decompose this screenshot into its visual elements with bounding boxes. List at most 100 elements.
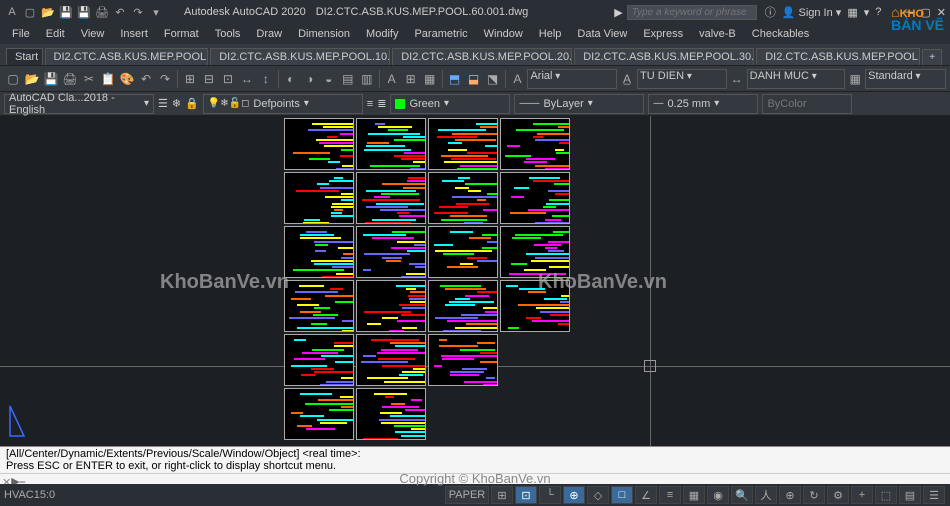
share-icon[interactable]: ▶ <box>614 6 622 19</box>
status-cycle-icon[interactable]: ◉ <box>707 486 729 504</box>
tab-start[interactable]: Start <box>6 48 43 65</box>
tool-icon[interactable]: ↔ <box>238 69 256 89</box>
layer-icon[interactable]: 🔒 <box>185 97 199 110</box>
status-transp-icon[interactable]: ▦ <box>683 486 705 504</box>
menu-help[interactable]: Help <box>531 28 570 40</box>
tool-icon[interactable]: 🖨 <box>61 69 79 89</box>
tool-icon[interactable]: ▢ <box>4 69 22 89</box>
font-combo[interactable]: Arial ▾ <box>527 69 617 89</box>
menu-file[interactable]: File <box>4 28 38 40</box>
new-tab-button[interactable]: + <box>922 49 942 65</box>
text-tool-icon[interactable]: A <box>508 69 526 89</box>
tool-icon[interactable]: ◒ <box>320 69 338 89</box>
tab-doc-4[interactable]: DI2.CTC.ASB.KUS.MEP.POOL.30.001*× <box>574 48 754 65</box>
tool-icon[interactable]: ▤ <box>339 69 357 89</box>
status-space[interactable]: PAPER <box>445 486 489 504</box>
drawing-canvas[interactable]: KhoBanVe.vn KhoBanVe.vn <box>0 116 950 446</box>
tool-icon[interactable]: ◐ <box>282 69 300 89</box>
tool-icon[interactable]: ⊞ <box>402 69 420 89</box>
dimstyle-combo[interactable]: DANH MUC ▾ <box>747 69 845 89</box>
tool-icon[interactable]: ⊟ <box>200 69 218 89</box>
status-annoviz-icon[interactable]: 人 <box>755 486 777 504</box>
save-icon[interactable]: 💾 <box>58 4 74 20</box>
menu-checkables[interactable]: Checkables <box>744 28 817 40</box>
linetype-combo[interactable]: —— ByLayer ▾ <box>514 94 644 114</box>
status-lwt-icon[interactable]: ≡ <box>659 486 681 504</box>
status-ortho-icon[interactable]: └ <box>539 486 561 504</box>
layer-state-icon[interactable]: ❄ <box>172 97 181 110</box>
status-qp-icon[interactable]: ▤ <box>899 486 921 504</box>
tool-icon[interactable]: ▥ <box>358 69 376 89</box>
menu-dimension[interactable]: Dimension <box>290 28 358 40</box>
color-combo[interactable]: Green ▾ <box>390 94 510 114</box>
command-line[interactable]: [All/Center/Dynamic/Extents/Previous/Sca… <box>0 446 950 484</box>
infocenter-icon[interactable]: ⓘ <box>765 4 776 20</box>
layer-tool-icon[interactable]: ≡ <box>367 98 373 110</box>
menu-view[interactable]: View <box>73 28 113 40</box>
tool-icon[interactable]: ↕ <box>257 69 275 89</box>
tab-doc-3[interactable]: DI2.CTC.ASB.KUS.MEP.POOL.20.201*× <box>392 48 572 65</box>
status-otrack-icon[interactable]: ∠ <box>635 486 657 504</box>
menu-insert[interactable]: Insert <box>112 28 156 40</box>
tool-icon[interactable]: A <box>383 69 401 89</box>
status-annomon-icon[interactable]: + <box>851 486 873 504</box>
help-dropdown-icon[interactable]: ▾ <box>864 6 870 19</box>
tool-icon[interactable]: ↶ <box>137 69 155 89</box>
tab-doc-5[interactable]: DI2.CTC.ASB.KUS.MEP.POOL.60.00 <box>756 48 920 65</box>
open-icon[interactable]: 📂 <box>40 4 56 20</box>
search-input[interactable] <box>627 5 757 20</box>
tab-doc-2[interactable]: DI2.CTC.ASB.KUS.MEP.POOL.10.001*× <box>210 48 390 65</box>
qat-dropdown-icon[interactable]: ▾ <box>148 4 164 20</box>
status-grid-icon[interactable]: ⊞ <box>491 486 513 504</box>
saveas-icon[interactable]: 💾 <box>76 4 92 20</box>
menu-valve-b[interactable]: valve-B <box>691 28 744 40</box>
exchange-icon[interactable]: ▦ <box>847 6 857 19</box>
status-lock-icon[interactable]: ☰ <box>923 486 945 504</box>
tool-icon[interactable]: ⊡ <box>219 69 237 89</box>
menu-window[interactable]: Window <box>476 28 531 40</box>
layer-combo[interactable]: 💡❄🔓◻ Defpoints ▾ <box>203 94 363 114</box>
textstyle-icon[interactable]: A̲ <box>618 69 636 89</box>
workspace-combo[interactable]: AutoCAD Cla...2018 - English ▾ <box>4 94 154 114</box>
menu-dataview[interactable]: Data View <box>569 28 635 40</box>
lineweight-combo[interactable]: — 0.25 mm ▾ <box>648 94 758 114</box>
tool-icon[interactable]: ↷ <box>156 69 174 89</box>
status-annoscale-icon[interactable]: 🔍 <box>731 486 753 504</box>
tool-icon[interactable]: 💾 <box>42 69 60 89</box>
tool-icon[interactable]: ⬔ <box>484 69 502 89</box>
tab-doc-1[interactable]: DI2.CTC.ASB.KUS.MEP.POOL.00*× <box>45 48 209 65</box>
tool-icon[interactable]: 🎨 <box>118 69 136 89</box>
textstyle-combo[interactable]: TU DIEN ▾ <box>637 69 727 89</box>
status-osnap-icon[interactable]: □ <box>611 486 633 504</box>
status-snap-icon[interactable]: ⊡ <box>515 486 537 504</box>
redo-icon[interactable]: ↷ <box>130 4 146 20</box>
tool-icon[interactable]: ▦ <box>421 69 439 89</box>
plot-icon[interactable]: 🖨 <box>94 4 110 20</box>
menu-modify[interactable]: Modify <box>358 28 406 40</box>
status-iso-icon[interactable]: ◇ <box>587 486 609 504</box>
dimstyle-icon[interactable]: ↔ <box>728 69 746 89</box>
tool-icon[interactable]: ✂ <box>80 69 98 89</box>
menu-draw[interactable]: Draw <box>248 28 290 40</box>
menu-format[interactable]: Format <box>156 28 207 40</box>
status-coords[interactable]: HVAC15:0 <box>4 489 55 501</box>
layer-tool-icon[interactable]: ≣ <box>377 97 386 110</box>
tool-icon[interactable]: ⬒ <box>446 69 464 89</box>
menu-express[interactable]: Express <box>635 28 691 40</box>
tablestyle-icon[interactable]: ▦ <box>846 69 864 89</box>
autocad-logo-icon[interactable]: A <box>4 4 20 20</box>
new-icon[interactable]: ▢ <box>22 4 38 20</box>
tool-icon[interactable]: 📋 <box>99 69 117 89</box>
plotstyle-combo[interactable]: ByColor <box>762 94 852 114</box>
status-annosync-icon[interactable]: ↻ <box>803 486 825 504</box>
status-addscale-icon[interactable]: ⊕ <box>779 486 801 504</box>
status-units-icon[interactable]: ⬚ <box>875 486 897 504</box>
undo-icon[interactable]: ↶ <box>112 4 128 20</box>
signin-button[interactable]: 👤 Sign In ▾ <box>782 6 842 19</box>
tool-icon[interactable]: ◑ <box>301 69 319 89</box>
tablestyle-combo[interactable]: Standard ▾ <box>865 69 946 89</box>
status-ws-icon[interactable]: ⚙ <box>827 486 849 504</box>
status-polar-icon[interactable]: ⊕ <box>563 486 585 504</box>
menu-tools[interactable]: Tools <box>207 28 249 40</box>
tool-icon[interactable]: ⊞ <box>181 69 199 89</box>
